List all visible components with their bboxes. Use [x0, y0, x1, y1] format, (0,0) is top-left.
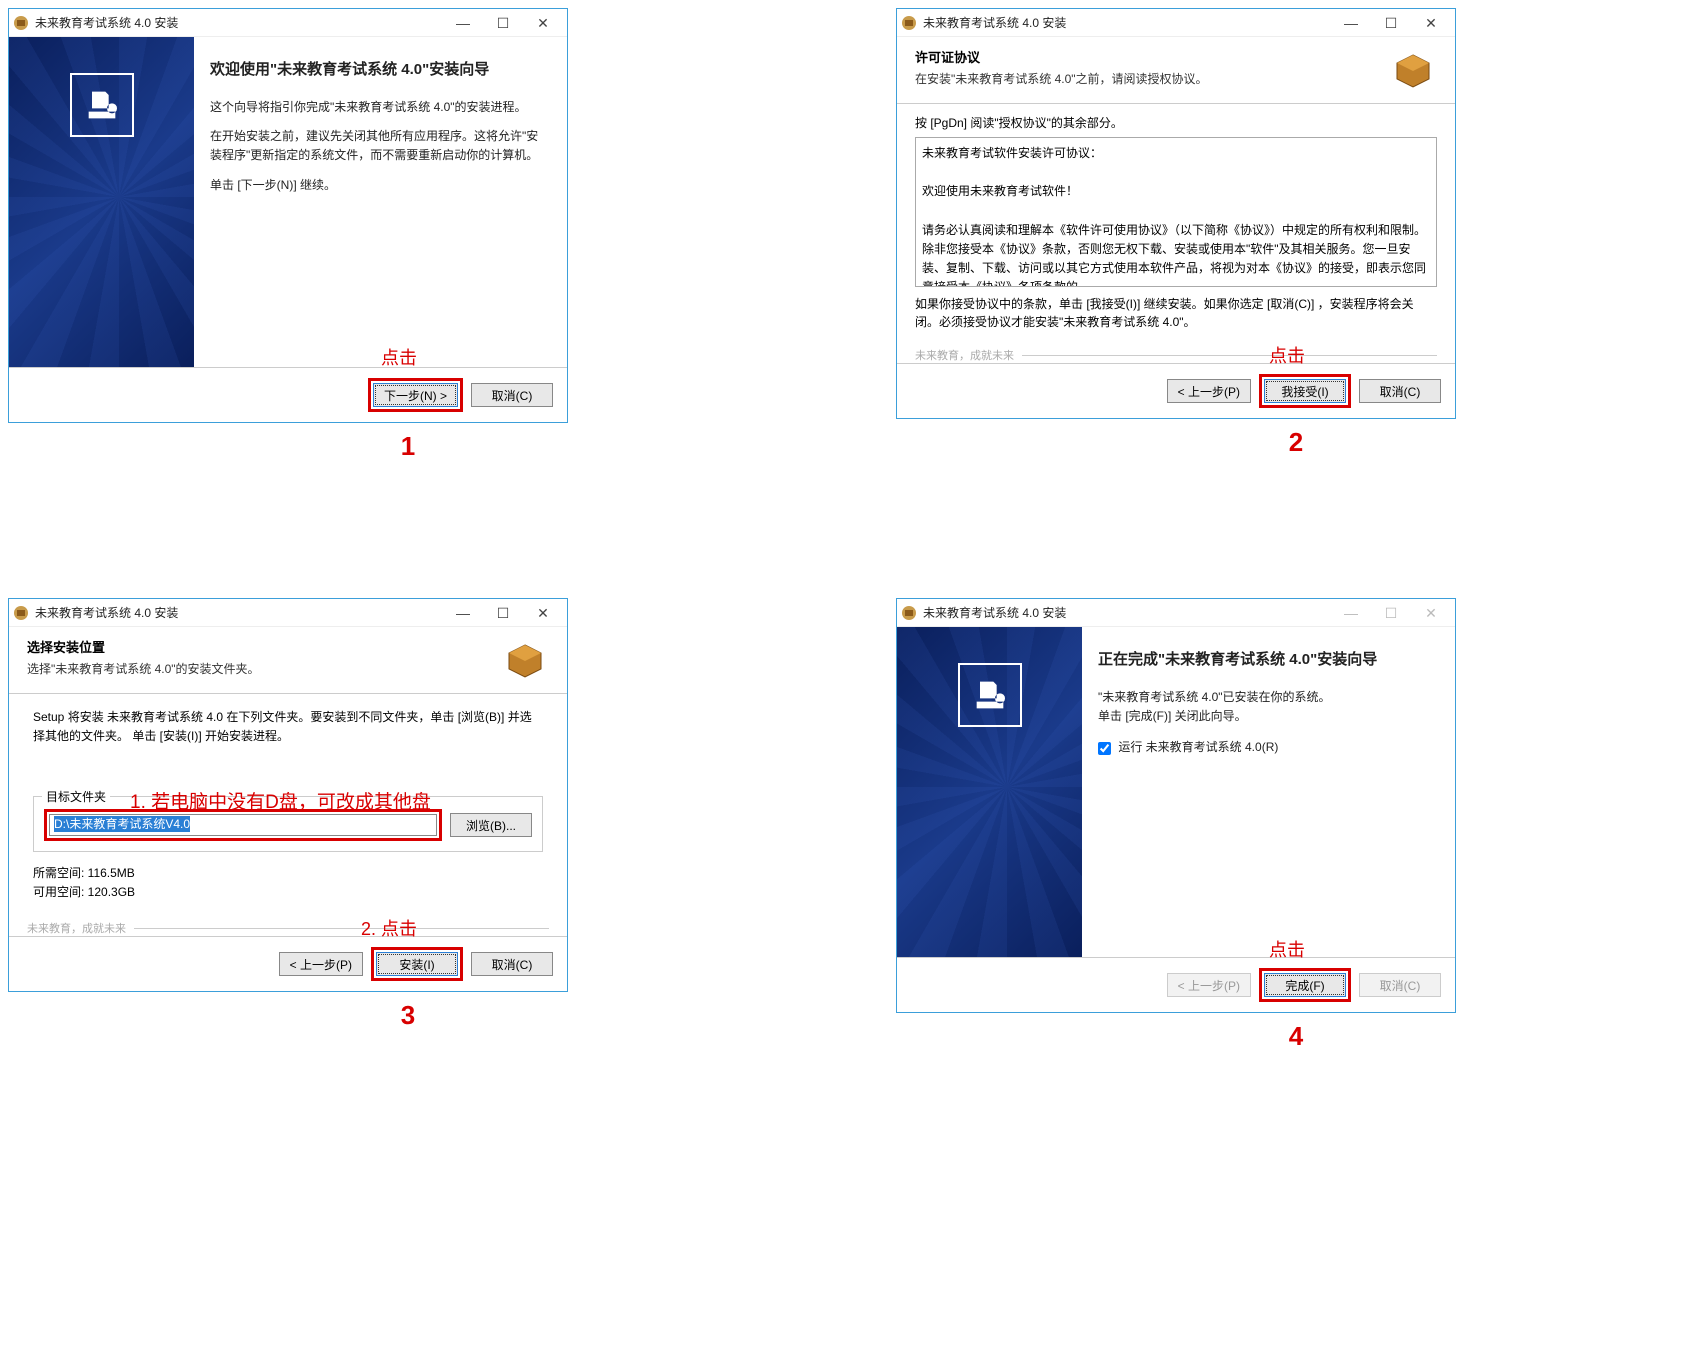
- header-box-icon: [1389, 47, 1437, 95]
- finish-button[interactable]: 完成(F): [1264, 973, 1346, 997]
- run-checkbox[interactable]: [1098, 742, 1111, 755]
- welcome-heading: 欢迎使用"未来教育考试系统 4.0"安装向导: [210, 59, 547, 80]
- click-annotation: 点击: [381, 344, 417, 370]
- brand-footer: 未来教育，成就未来: [897, 341, 1455, 363]
- titlebar: 未来教育考试系统 4.0 安装 — ☐ ✕: [897, 599, 1455, 627]
- location-header-sub: 选择"未来教育考试系统 4.0"的安装文件夹。: [27, 660, 260, 677]
- step-number-4: 4: [896, 1021, 1688, 1052]
- back-button: < 上一步(P): [1167, 973, 1251, 997]
- license-line-1: 未来教育考试软件安装许可协议：: [922, 144, 1430, 163]
- highlight-box: 完成(F): [1259, 968, 1351, 1002]
- app-icon: [901, 15, 917, 31]
- red-note-1: 1. 若电脑中没有D盘，可改成其他盘: [130, 787, 431, 814]
- installer-dialog-license: 未来教育考试系统 4.0 安装 — ☐ ✕ 许可证协议 在安装"未来教育考试系统…: [896, 8, 1456, 419]
- welcome-text-1: 这个向导将指引你完成"未来教育考试系统 4.0"的安装进程。: [210, 98, 547, 117]
- finish-text: "未来教育考试系统 4.0"已安装在你的系统。 单击 [完成(F)] 关闭此向导…: [1098, 688, 1435, 726]
- cancel-button: 取消(C): [1359, 973, 1441, 997]
- window-title: 未来教育考试系统 4.0 安装: [35, 14, 443, 31]
- titlebar: 未来教育考试系统 4.0 安装 — ☐ ✕: [9, 9, 567, 37]
- close-button: ✕: [1411, 601, 1451, 625]
- sidebar-artwork: [897, 627, 1082, 957]
- install-path-input[interactable]: D:\未来教育考试系统V4.0: [49, 814, 437, 836]
- welcome-text-3: 单击 [下一步(N)] 继续。: [210, 176, 547, 195]
- highlight-box: 我接受(I): [1259, 374, 1351, 408]
- location-header-title: 选择安装位置: [27, 637, 260, 656]
- run-checkbox-label: 运行 未来教育考试系统 4.0(R): [1118, 740, 1278, 754]
- arrow-right-icon: [812, 598, 892, 1052]
- step-number-2: 2: [896, 427, 1688, 458]
- installer-logo-icon: [70, 73, 134, 137]
- highlight-box: 安装(I): [371, 947, 463, 981]
- dest-folder-group: 目标文件夹 1. 若电脑中没有D盘，可改成其他盘 D:\未来教育考试系统V4.0…: [33, 796, 543, 852]
- highlight-box: 下一步(N) >: [368, 378, 463, 412]
- app-icon: [901, 605, 917, 621]
- minimize-button: —: [1331, 601, 1371, 625]
- license-line-3: 请务必认真阅读和理解本《软件许可使用协议》（以下简称《协议》）中规定的所有权利和…: [922, 221, 1430, 287]
- license-line-2: 欢迎使用未来教育考试软件！: [922, 182, 1430, 201]
- installer-dialog-location: 未来教育考试系统 4.0 安装 — ☐ ✕ 选择安装位置 选择"未来教育考试系统…: [8, 598, 568, 992]
- close-button[interactable]: ✕: [1411, 11, 1451, 35]
- app-icon: [13, 15, 29, 31]
- app-icon: [13, 605, 29, 621]
- accept-button[interactable]: 我接受(I): [1264, 379, 1346, 403]
- installer-dialog-finish: 未来教育考试系统 4.0 安装 — ☐ ✕ 正在完成"未来教育考试系统 4.0"…: [896, 598, 1456, 1013]
- brand-footer: 未来教育，成就未来: [9, 914, 567, 936]
- license-text-box[interactable]: 未来教育考试软件安装许可协议： 欢迎使用未来教育考试软件！ 请务必认真阅读和理解…: [915, 137, 1437, 287]
- back-button[interactable]: < 上一步(P): [279, 952, 363, 976]
- titlebar: 未来教育考试系统 4.0 安装 — ☐ ✕: [897, 9, 1455, 37]
- cancel-button[interactable]: 取消(C): [471, 383, 553, 407]
- maximize-button[interactable]: ☐: [483, 601, 523, 625]
- license-header-title: 许可证协议: [915, 47, 1208, 66]
- window-title: 未来教育考试系统 4.0 安装: [923, 604, 1331, 621]
- titlebar: 未来教育考试系统 4.0 安装 — ☐ ✕: [9, 599, 567, 627]
- required-space: 所需空间: 116.5MB: [33, 864, 543, 881]
- maximize-button[interactable]: ☐: [1371, 11, 1411, 35]
- pgdn-hint: 按 [PgDn] 阅读"授权协议"的其余部分。: [915, 114, 1437, 131]
- finish-heading: 正在完成"未来教育考试系统 4.0"安装向导: [1098, 649, 1435, 670]
- click-annotation: 点击: [1269, 936, 1305, 962]
- sidebar-artwork: [9, 37, 194, 367]
- header-box-icon: [501, 637, 549, 685]
- maximize-button[interactable]: ☐: [483, 11, 523, 35]
- cancel-button[interactable]: 取消(C): [471, 952, 553, 976]
- arrow-right-icon: [812, 8, 892, 462]
- maximize-button: ☐: [1371, 601, 1411, 625]
- welcome-text-2: 在开始安装之前，建议先关闭其他所有应用程序。这将允许"安装程序"更新指定的系统文…: [210, 127, 547, 165]
- minimize-button[interactable]: —: [1331, 11, 1371, 35]
- click-annotation: 点击: [1269, 342, 1305, 368]
- next-button[interactable]: 下一步(N) >: [373, 383, 458, 407]
- close-button[interactable]: ✕: [523, 11, 563, 35]
- click-annotation-2: 2. 点击: [361, 915, 417, 941]
- installer-logo-icon: [958, 663, 1022, 727]
- window-title: 未来教育考试系统 4.0 安装: [923, 14, 1331, 31]
- back-button[interactable]: < 上一步(P): [1167, 379, 1251, 403]
- installer-dialog-welcome: 未来教育考试系统 4.0 安装 — ☐ ✕ 欢迎使用"未来教育考试系统 4.0"…: [8, 8, 568, 423]
- dest-folder-label: 目标文件夹: [42, 788, 110, 805]
- step-number-3: 3: [8, 1000, 808, 1031]
- cancel-button[interactable]: 取消(C): [1359, 379, 1441, 403]
- window-title: 未来教育考试系统 4.0 安装: [35, 604, 443, 621]
- minimize-button[interactable]: —: [443, 601, 483, 625]
- available-space: 可用空间: 120.3GB: [33, 883, 543, 900]
- close-button[interactable]: ✕: [523, 601, 563, 625]
- minimize-button[interactable]: —: [443, 11, 483, 35]
- license-note: 如果你接受协议中的条款，单击 [我接受(I)] 继续安装。如果你选定 [取消(C…: [915, 295, 1437, 331]
- run-checkbox-row[interactable]: 运行 未来教育考试系统 4.0(R): [1098, 738, 1435, 755]
- license-header-sub: 在安装"未来教育考试系统 4.0"之前，请阅读授权协议。: [915, 70, 1208, 87]
- browse-button[interactable]: 浏览(B)...: [450, 813, 532, 837]
- install-button[interactable]: 安装(I): [376, 952, 458, 976]
- step-number-1: 1: [8, 431, 808, 462]
- arrow-down-icon: [8, 466, 1688, 594]
- location-instruction: Setup 将安装 未来教育考试系统 4.0 在下列文件夹。要安装到不同文件夹，…: [33, 708, 543, 746]
